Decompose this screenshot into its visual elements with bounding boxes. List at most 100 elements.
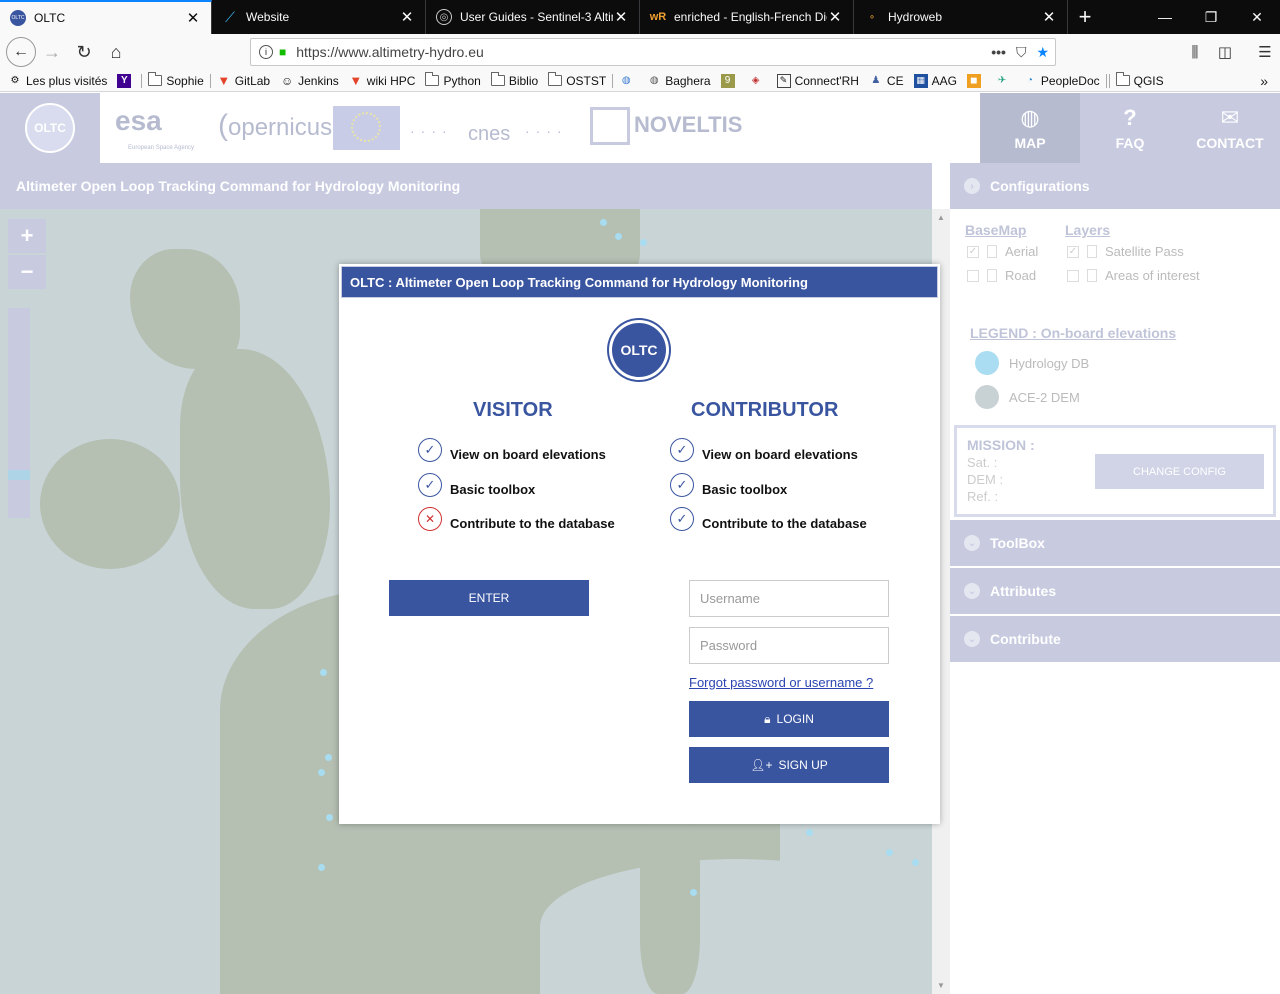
bookmark-sophie[interactable]: Sophie	[148, 72, 204, 88]
bookmark-connect-rh[interactable]: ✎ Connect'RH	[776, 73, 859, 88]
basemap-road-option[interactable]: Road	[967, 268, 1036, 283]
checkbox[interactable]	[1067, 269, 1079, 282]
layer-areas-of-interest-option[interactable]: Areas of interest	[1067, 268, 1200, 283]
bookmark-globe[interactable]: ◍	[619, 74, 637, 88]
checkbox[interactable]	[967, 269, 979, 282]
tab-hydroweb[interactable]: ∘ Hydroweb ✕	[854, 0, 1068, 34]
zoom-out-button[interactable]: −	[8, 255, 46, 289]
tab-oltc[interactable]: OLTC OLTC ✕	[0, 0, 212, 34]
tab-wordreference[interactable]: wR enriched - English-French Dic ✕	[640, 0, 854, 34]
layer-satellite-pass-option[interactable]: ✓ Satellite Pass	[1067, 244, 1184, 259]
toolbox-accordion[interactable]: ⌄ ToolBox	[950, 520, 1280, 566]
layers-tab[interactable]: Layers	[1065, 222, 1110, 238]
close-icon[interactable]: ✕	[399, 8, 415, 26]
bookmark-jenkins[interactable]: ☺ Jenkins	[280, 74, 339, 88]
attributes-accordion[interactable]: ⌄ Attributes	[950, 568, 1280, 614]
zoom-in-button[interactable]: +	[8, 219, 46, 253]
username-input[interactable]	[689, 580, 889, 617]
login-button[interactable]: 🔒︎ LOGIN	[689, 701, 889, 737]
bookmark-orange[interactable]: ◼	[966, 73, 985, 88]
bookmark-ce[interactable]: ♟ CE	[869, 74, 903, 88]
esa-subtitle: European Space Agency	[128, 145, 195, 151]
url-bar[interactable]: i ■ https://www.altimetry-hydro.eu ••• ⛉…	[250, 38, 1056, 66]
minimize-icon[interactable]: —	[1142, 0, 1188, 34]
nav-contact[interactable]: ✉ CONTACT	[1180, 93, 1280, 163]
bookmark-qgis[interactable]: QGIS	[1115, 72, 1164, 88]
contributor-feature-view: ✓ View on board elevations	[670, 437, 858, 462]
close-window-icon[interactable]: ✕	[1234, 0, 1280, 34]
forgot-password-link[interactable]: Forgot password or username ?	[689, 675, 873, 690]
scroll-up-icon[interactable]: ▲	[932, 213, 950, 222]
bookmark-aag[interactable]: ▦ AAG	[913, 73, 957, 88]
bookmark-baghera[interactable]: ◍ Baghera	[647, 74, 711, 88]
bookmarks-overflow-icon[interactable]: »	[1260, 73, 1268, 89]
bookmark-gitlab[interactable]: ▼ GitLab	[217, 73, 270, 88]
menu-icon[interactable]: ☰	[1250, 36, 1280, 68]
scroll-down-icon[interactable]: ▼	[937, 981, 945, 990]
bookmark-yahoo[interactable]: Y	[117, 73, 135, 88]
bookmark-ostst[interactable]: OSTST	[548, 72, 606, 88]
chevron-down-icon: ⌄	[964, 631, 980, 647]
yahoo-icon: Y	[117, 73, 132, 88]
tab-user-guides[interactable]: ◎ User Guides - Sentinel-3 Altim ✕	[426, 0, 640, 34]
restore-icon[interactable]: ❐	[1188, 0, 1234, 34]
home-button[interactable]: ⌂	[100, 36, 132, 68]
visitor-feature-toolbox: ✓ Basic toolbox	[418, 472, 535, 497]
bookmark-plane[interactable]: ✈	[995, 74, 1013, 88]
folder-icon	[425, 72, 440, 86]
bookmark-square[interactable]: 9	[720, 73, 739, 88]
forward-button[interactable]: →	[36, 36, 68, 68]
close-icon[interactable]: ✕	[613, 8, 629, 26]
checkbox-checked[interactable]: ✓	[1067, 245, 1079, 258]
mission-ref: Ref. :	[967, 489, 999, 504]
password-input[interactable]	[689, 627, 889, 664]
bookmark-python[interactable]: Python	[425, 72, 481, 88]
nav-map[interactable]: ◍ MAP	[980, 93, 1080, 163]
new-tab-button[interactable]: +	[1068, 0, 1102, 34]
contributor-feature-toolbox: ✓ Basic toolbox	[670, 472, 787, 497]
globe-icon: ◍	[649, 75, 659, 86]
zoom-slider-handle[interactable]	[8, 470, 30, 480]
back-button[interactable]: ←	[6, 37, 36, 67]
sidebar-icon[interactable]: ◫	[1210, 36, 1240, 68]
enter-button[interactable]: ENTER	[389, 580, 589, 616]
change-config-button[interactable]: CHANGE CONFIG	[1095, 454, 1264, 489]
reload-button[interactable]: ↻	[68, 36, 100, 68]
info-icon[interactable]: i	[259, 45, 273, 59]
basemap-aerial-option[interactable]: ✓ Aerial	[967, 244, 1038, 259]
tab-website[interactable]: ⟋ Website ✕	[212, 0, 426, 34]
close-icon[interactable]: ✕	[827, 8, 843, 26]
more-actions-icon[interactable]: •••	[991, 44, 1006, 60]
close-icon[interactable]: ✕	[1041, 8, 1057, 26]
globe-favicon-icon: ◎	[436, 9, 452, 25]
bookmark-les-plus-visites[interactable]: ⚙ Les plus visités	[8, 74, 108, 88]
basemap-tab[interactable]: BaseMap	[965, 222, 1026, 238]
folder-icon	[148, 72, 163, 86]
bookmark-star-icon[interactable]: ★	[1036, 44, 1049, 61]
bookmark-peopledoc[interactable]: ◔ PeopleDoc	[1023, 74, 1100, 88]
chevron-down-icon: ⌄	[964, 535, 980, 551]
url-text[interactable]: https://www.altimetry-hydro.eu	[296, 44, 991, 60]
bookmark-wiki-hpc[interactable]: ▼ wiki HPC	[349, 73, 415, 88]
close-icon[interactable]: ✕	[185, 9, 201, 27]
browser-tab-bar: OLTC OLTC ✕ ⟋ Website ✕ ◎ User Guides - …	[0, 0, 1280, 34]
separator	[1105, 73, 1107, 88]
contribute-accordion[interactable]: ⌄ Contribute	[950, 616, 1280, 662]
checkbox-checked[interactable]: ✓	[967, 245, 979, 258]
configuration-panel: › Configurations ▲ ▼ BaseMap Layers ✓ Ae…	[932, 163, 1280, 994]
dots-divider: ····	[525, 123, 568, 139]
contributor-title: CONTRIBUTOR	[691, 399, 839, 421]
plane-icon: ✈	[997, 75, 1007, 86]
tab-title: OLTC	[34, 11, 66, 25]
signup-button[interactable]: 👤︎+ SIGN UP	[689, 747, 889, 783]
oltc-logo[interactable]: OLTC	[25, 103, 75, 153]
peopledoc-icon: ◔	[1026, 75, 1033, 86]
nav-faq[interactable]: ? FAQ	[1080, 93, 1180, 163]
zoom-slider[interactable]	[8, 308, 30, 518]
contributor-feature-contribute: ✓ Contribute to the database	[670, 506, 867, 531]
bookmark-biblio[interactable]: Biblio	[490, 72, 538, 88]
bookmark-badge[interactable]: ◈	[749, 74, 767, 88]
library-icon[interactable]: ⫼	[1180, 36, 1210, 68]
pocket-icon[interactable]: ⛉	[1016, 44, 1027, 61]
configurations-header[interactable]: › Configurations	[950, 163, 1280, 209]
